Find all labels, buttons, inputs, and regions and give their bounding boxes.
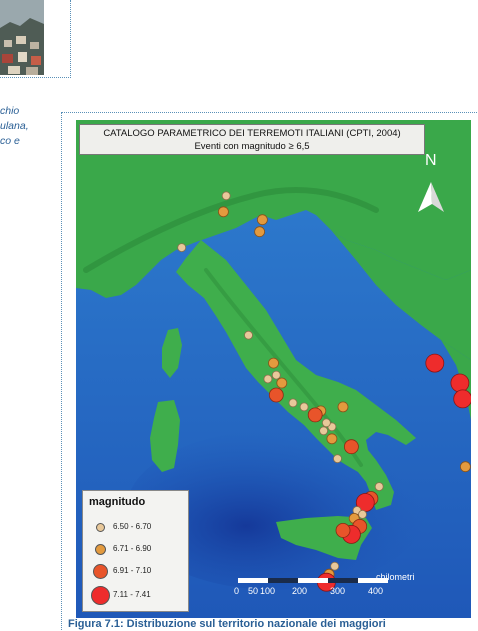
legend-label: 6.91 - 7.10: [113, 566, 152, 575]
side-line: chio: [0, 105, 20, 117]
legend-symbol-icon: [96, 523, 105, 532]
seismic-map: CATALOGO PARAMETRICO DEI TERREMOTI ITALI…: [76, 120, 471, 618]
earthquake-event-marker: [333, 454, 342, 464]
earthquake-event-marker: [256, 214, 268, 226]
legend: magnitudo 6.50 - 6.70 6.71 - 6.90 6.91 -…: [82, 490, 189, 612]
legend-symbol-icon: [95, 544, 106, 555]
map-title-box: CATALOGO PARAMETRICO DEI TERREMOTI ITALI…: [79, 124, 425, 155]
earthquake-event-marker: [343, 439, 359, 455]
earthquake-event-marker: [254, 226, 266, 238]
map-title: CATALOGO PARAMETRICO DEI TERREMOTI ITALI…: [103, 128, 401, 139]
legend-label: 6.50 - 6.70: [113, 522, 152, 531]
earthquake-event-marker: [271, 370, 281, 380]
legend-label: 7.11 - 7.41: [113, 590, 151, 599]
scale-tick: 300: [330, 586, 346, 596]
scale-tick: 0: [234, 586, 240, 596]
earthquake-event-marker: [268, 357, 279, 369]
earthquake-event-marker: [244, 330, 253, 340]
earthquake-event-marker: [221, 191, 231, 201]
earthquake-event-marker: [319, 426, 329, 436]
earthquake-event-marker: [425, 353, 445, 373]
legend-title: magnitudo: [89, 496, 146, 508]
side-line: co e: [0, 135, 20, 147]
legend-item: 6.71 - 6.90: [87, 539, 187, 561]
earthquake-event-marker: [268, 387, 284, 403]
earthquake-event-marker: [177, 243, 187, 252]
earthquake-event-marker: [330, 561, 340, 571]
legend-symbol-icon: [91, 586, 110, 605]
earthquake-event-marker: [307, 407, 323, 423]
scale-tick: 400: [368, 586, 384, 596]
legend-item: 6.50 - 6.70: [87, 517, 187, 539]
divider-horizontal: [0, 77, 71, 78]
earthquake-event-marker: [288, 398, 298, 408]
earthquake-event-marker: [321, 418, 331, 428]
earthquake-event-marker: [374, 482, 384, 492]
town-photo: [0, 0, 44, 75]
north-label: N: [425, 152, 437, 169]
earthquake-event-marker: [459, 461, 471, 473]
earthquake-event-marker: [337, 401, 349, 413]
earthquake-event-marker: [453, 389, 471, 409]
earthquake-event-marker: [263, 374, 273, 384]
legend-item: 7.11 - 7.41: [87, 585, 187, 607]
legend-label: 6.71 - 6.90: [113, 544, 152, 553]
side-line: ulana,: [0, 120, 29, 132]
earthquake-event-marker: [335, 522, 351, 538]
scale-tick: 50: [248, 586, 259, 596]
scale-unit: chilometri: [376, 572, 415, 582]
earthquake-event-marker: [299, 402, 309, 412]
earthquake-event-marker: [358, 509, 367, 519]
legend-item: 6.91 - 7.10: [87, 561, 187, 583]
earthquake-event-marker: [276, 377, 288, 389]
map-subtitle: Eventi con magnitudo ≥ 6,5: [194, 141, 310, 152]
legend-symbol-icon: [93, 564, 108, 579]
divider-vertical: [70, 0, 71, 78]
scale-tick: 200: [292, 586, 308, 596]
earthquake-event-marker: [326, 433, 338, 445]
earthquake-event-marker: [217, 206, 229, 218]
scale-bar: [238, 578, 388, 583]
side-caption: chio ulana, co e: [0, 104, 58, 149]
scale-tick: 100: [260, 586, 276, 596]
earthquake-event-marker: [450, 373, 470, 393]
